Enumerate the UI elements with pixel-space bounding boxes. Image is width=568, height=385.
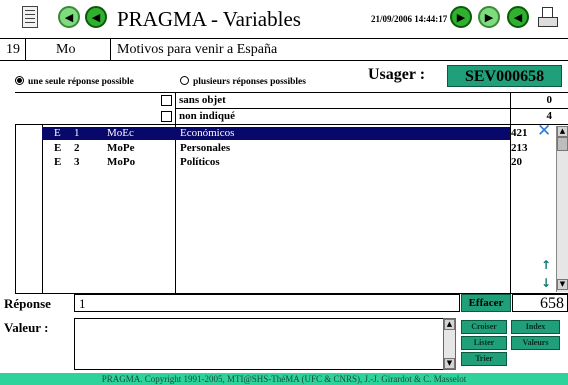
toolbar: ◀ ◀ PRAGMA - Variables 21/09/2006 14:44:… <box>0 0 568 36</box>
next-icon[interactable]: ▶ <box>450 6 472 28</box>
window-title: PRAGMA - Variables <box>117 7 301 31</box>
grid-top-line <box>15 92 568 93</box>
footer-copyright: PRAGMA. Copyright 1991-2005, MTI@SHS-Thé… <box>0 373 568 385</box>
prev-icon[interactable]: ◀ <box>85 6 107 28</box>
index-button[interactable]: Index <box>511 320 560 334</box>
row-label: Políticos <box>180 156 220 168</box>
print-icon[interactable] <box>537 7 558 29</box>
row-label: Económicos <box>180 127 235 139</box>
special-row-label: non indiqué <box>179 110 235 122</box>
grid-line <box>15 124 568 125</box>
row-count: 20 <box>511 156 522 168</box>
croiser-button[interactable]: Croiser <box>461 320 507 334</box>
response-label: Réponse <box>4 296 51 311</box>
row-type: E <box>54 142 62 154</box>
close-icon[interactable]: ✕ <box>537 123 551 140</box>
row-num: 2 <box>74 142 80 154</box>
variable-code: Mo <box>26 39 111 60</box>
table-row[interactable]: E 1 MoEc Económicos <box>42 127 510 140</box>
scroll-down-icon[interactable]: ▼ <box>557 279 568 290</box>
total-count: 658 <box>512 294 568 312</box>
option-multiple[interactable]: plusieurs réponses possibles <box>180 71 306 89</box>
variable-row: 19 Mo Motivos para venir a España <box>0 38 568 61</box>
table-row[interactable]: E 2 MoPe Personales <box>42 142 510 155</box>
checkbox-non-indique[interactable] <box>161 111 172 122</box>
valeur-scrollbar[interactable]: ▲ ▼ <box>443 318 456 370</box>
list-scrollbar[interactable]: ▲ ▼ <box>556 126 568 292</box>
option-single-label: une seule réponse possible <box>28 77 134 87</box>
grid-separator <box>175 92 176 294</box>
special-row-label: sans objet <box>179 94 226 106</box>
usager-label: Usager : <box>368 66 426 83</box>
row-num: 3 <box>74 156 80 168</box>
usager-value: SEV000658 <box>447 65 562 87</box>
clear-button[interactable]: Effacer <box>461 294 511 312</box>
forward-icon[interactable]: ▶ <box>478 6 500 28</box>
row-code: MoPe <box>107 142 135 154</box>
valeur-label: Valeur : <box>4 320 49 335</box>
scroll-down-icon[interactable]: ▼ <box>444 358 455 369</box>
back-icon[interactable]: ◀ <box>58 6 80 28</box>
checkbox-sans-objet[interactable] <box>161 95 172 106</box>
radio-single-icon[interactable] <box>15 75 24 85</box>
scroll-up-icon[interactable]: ▲ <box>444 319 455 330</box>
row-count: 213 <box>511 142 528 154</box>
move-up-icon[interactable]: ↑ <box>541 258 551 272</box>
datetime: 21/09/2006 14:44:17 <box>371 14 448 24</box>
variable-label: Motivos para venir a España <box>117 42 278 57</box>
variable-number: 19 <box>0 39 26 60</box>
scroll-thumb[interactable] <box>557 137 568 151</box>
row-num: 1 <box>74 127 80 139</box>
row-type: E <box>54 127 61 139</box>
trier-button[interactable]: Trier <box>461 352 507 366</box>
move-down-icon[interactable]: ↓ <box>541 276 551 290</box>
special-row-count: 0 <box>546 94 553 106</box>
row-code: MoPo <box>107 156 136 168</box>
option-multiple-label: plusieurs réponses possibles <box>193 77 306 87</box>
radio-multiple-icon[interactable] <box>180 75 189 85</box>
row-type: E <box>54 156 62 168</box>
option-single[interactable]: une seule réponse possible <box>15 71 134 89</box>
valeur-input[interactable] <box>74 318 456 370</box>
notepad-icon[interactable] <box>22 6 38 28</box>
grid-separator <box>510 92 511 294</box>
grid-separator <box>15 124 16 294</box>
grid-line <box>175 108 568 109</box>
valeurs-button[interactable]: Valeurs <box>511 336 560 350</box>
scroll-up-icon[interactable]: ▲ <box>557 126 568 137</box>
row-label: Personales <box>180 142 231 154</box>
table-row[interactable]: E 3 MoPo Políticos <box>42 156 510 169</box>
lister-button[interactable]: Lister <box>461 336 507 350</box>
response-input[interactable]: 1 <box>74 294 460 312</box>
row-code: MoEc <box>107 127 134 139</box>
last-icon[interactable]: ◀ <box>507 6 529 28</box>
